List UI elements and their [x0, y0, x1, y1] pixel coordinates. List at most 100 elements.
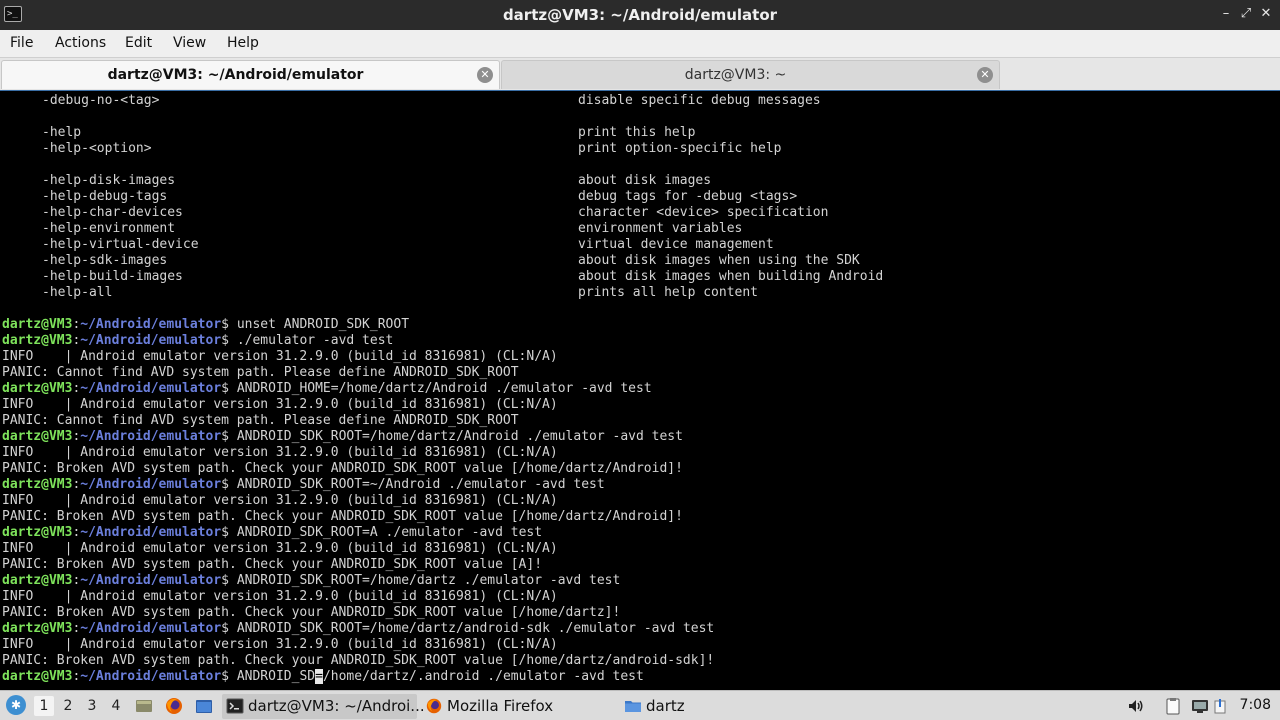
task-file-manager[interactable]: dartz — [620, 694, 815, 719]
help-line: -help-build-images about disk images when… — [2, 269, 883, 285]
menu-file[interactable]: File — [10, 35, 33, 51]
close-icon[interactable]: ✕ — [1258, 6, 1274, 22]
help-line: -help print this help — [2, 125, 883, 141]
maximize-icon[interactable]: ⤢ — [1238, 6, 1254, 22]
output-text: PANIC: Broken AVD system path. Check you… — [2, 557, 543, 572]
workspace-3[interactable]: 3 — [82, 696, 102, 716]
help-description: prints all help content — [578, 285, 759, 300]
command-text: ANDROID_SDK_ROOT=/home/dartz/android-sdk… — [236, 621, 715, 636]
output-text: INFO | Android emulator version 31.2.9.0… — [2, 589, 558, 604]
task-firefox[interactable]: Mozilla Firefox — [421, 694, 616, 719]
help-line: -help-all prints all help content — [2, 285, 883, 301]
terminal-area[interactable]: -debug-no-<tag> disable specific debug me… — [0, 90, 1280, 690]
text-cursor: = — [315, 669, 323, 684]
help-description: print this help — [578, 125, 696, 140]
folder-icon — [624, 697, 642, 715]
prompt-path: ~/Android/emulator — [80, 429, 222, 444]
prompt-path: ~/Android/emulator — [80, 477, 222, 492]
tab-home[interactable]: dartz@VM3: ~ ✕ — [501, 60, 1000, 89]
prompt-user: dartz@VM3 — [2, 477, 73, 492]
prompt-user: dartz@VM3 — [2, 381, 73, 396]
task-terminal[interactable]: dartz@VM3: ~/Androi... — [222, 694, 425, 719]
output-text: PANIC: Broken AVD system path. Check you… — [2, 509, 683, 524]
output-text: PANIC: Broken AVD system path. Check you… — [2, 653, 715, 668]
file-manager-icon[interactable] — [194, 696, 214, 716]
output-text: INFO | Android emulator version 31.2.9.0… — [2, 541, 558, 556]
output-text: INFO | Android emulator version 31.2.9.0… — [2, 637, 558, 652]
tab-bar: dartz@VM3: ~/Android/emulator ✕ dartz@VM… — [0, 58, 1280, 90]
input-text: /home/dartz/.android ./emulator -avd tes… — [322, 669, 644, 684]
output-line: INFO | Android emulator version 31.2.9.0… — [2, 541, 883, 557]
prompt-user: dartz@VM3 — [2, 429, 73, 444]
prompt-user: dartz@VM3 — [2, 317, 73, 332]
help-option: -help — [42, 125, 82, 140]
task-label: dartz@VM3: ~/Androi... — [248, 697, 425, 715]
prompt-end: $ — [221, 525, 237, 540]
close-tab-icon[interactable]: ✕ — [977, 67, 993, 83]
help-line — [2, 301, 883, 317]
terminal-output: -debug-no-<tag> disable specific debug me… — [2, 93, 883, 685]
help-line — [2, 109, 883, 125]
menu-actions[interactable]: Actions — [55, 35, 106, 51]
menu-view[interactable]: View — [173, 35, 206, 51]
prompt-end: $ — [221, 573, 237, 588]
command-line: dartz@VM3:~/Android/emulator$ ANDROID_SD… — [2, 477, 883, 493]
output-text: PANIC: Cannot find AVD system path. Plea… — [2, 413, 519, 428]
output-line: PANIC: Broken AVD system path. Check you… — [2, 605, 883, 621]
tab-emulator[interactable]: dartz@VM3: ~/Android/emulator ✕ — [1, 60, 500, 89]
prompt-path: ~/Android/emulator — [80, 573, 222, 588]
prompt-user: dartz@VM3 — [2, 573, 73, 588]
prompt-user: dartz@VM3 — [2, 333, 73, 348]
workspace-1[interactable]: 1 — [34, 696, 54, 716]
output-line: PANIC: Cannot find AVD system path. Plea… — [2, 413, 883, 429]
help-line: -help-virtual-device virtual device manag… — [2, 237, 883, 253]
help-option: -help-debug-tags — [42, 189, 168, 204]
help-description: about disk images when building Android — [578, 269, 884, 284]
prompt-path: ~/Android/emulator — [80, 317, 222, 332]
help-line: -help-sdk-images about disk images when u… — [2, 253, 883, 269]
command-line: dartz@VM3:~/Android/emulator$ ANDROID_SD… — [2, 573, 883, 589]
firefox-icon — [425, 697, 443, 715]
menu-edit[interactable]: Edit — [125, 35, 152, 51]
workspace-2[interactable]: 2 — [58, 696, 78, 716]
network-status-icon[interactable] — [1213, 697, 1227, 715]
command-text: unset ANDROID_SDK_ROOT — [236, 317, 410, 332]
minimize-icon[interactable]: – — [1218, 6, 1234, 22]
command-line: dartz@VM3:~/Android/emulator$ ANDROID_SD… — [2, 621, 883, 637]
help-line: -help-environment environment variables — [2, 221, 883, 237]
close-tab-icon[interactable]: ✕ — [477, 67, 493, 83]
help-option: -help-build-images — [42, 269, 183, 284]
command-text: ANDROID_SDK_ROOT=A ./emulator -avd test — [236, 525, 543, 540]
output-line: PANIC: Broken AVD system path. Check you… — [2, 509, 883, 525]
prompt-path: ~/Android/emulator — [80, 333, 222, 348]
clock[interactable]: 7:08 — [1240, 697, 1271, 713]
command-line: dartz@VM3:~/Android/emulator$ ANDROID_SD… — [2, 429, 883, 445]
network-icon[interactable] — [1191, 697, 1209, 715]
output-text: PANIC: Broken AVD system path. Check you… — [2, 461, 683, 476]
help-description: print option-specific help — [578, 141, 782, 156]
help-option: -debug-no-<tag> — [42, 93, 160, 108]
show-desktop-icon[interactable] — [134, 696, 154, 716]
help-description: character <device> specification — [578, 205, 829, 220]
prompt-end: $ — [221, 381, 237, 396]
prompt-end: $ — [221, 429, 237, 444]
prompt-path: ~/Android/emulator — [80, 525, 222, 540]
prompt-end: $ — [221, 477, 237, 492]
task-label: Mozilla Firefox — [447, 697, 554, 715]
firefox-icon[interactable] — [164, 696, 184, 716]
clipboard-icon[interactable] — [1164, 697, 1182, 715]
volume-icon[interactable] — [1127, 697, 1145, 715]
prompt-path: ~/Android/emulator — [80, 621, 222, 636]
prompt-end: $ — [221, 621, 237, 636]
menu-help[interactable]: Help — [227, 35, 259, 51]
help-line: -debug-no-<tag> disable specific debug me… — [2, 93, 883, 109]
prompt-path: ~/Android/emulator — [80, 669, 222, 684]
command-text: ./emulator -avd test — [236, 333, 394, 348]
workspace-4[interactable]: 4 — [106, 696, 126, 716]
tab-label: dartz@VM3: ~/Android/emulator — [107, 67, 364, 83]
command-line: dartz@VM3:~/Android/emulator$ ANDROID_SD… — [2, 525, 883, 541]
start-menu-icon[interactable]: ✱ — [6, 695, 26, 715]
help-option: -help-environment — [42, 221, 176, 236]
output-line: PANIC: Broken AVD system path. Check you… — [2, 653, 883, 669]
help-description: environment variables — [578, 221, 743, 236]
